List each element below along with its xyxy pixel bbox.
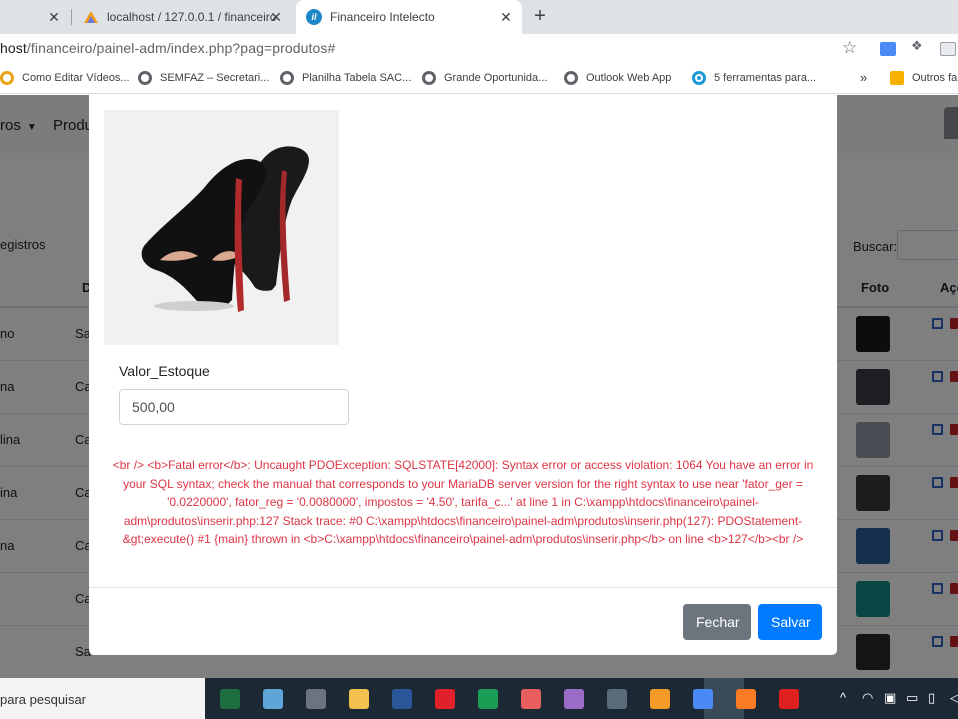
battery-icon[interactable]: ▭	[906, 690, 918, 706]
close-icon[interactable]: ✕	[498, 9, 514, 25]
app-circle-icon[interactable]	[521, 689, 541, 709]
tab-divider	[71, 9, 72, 25]
new-tab-icon[interactable]: +	[530, 6, 550, 26]
url-host: host	[0, 40, 27, 56]
dropbox-extension-icon[interactable]: ❖	[911, 38, 927, 53]
bookmark-label: 5 ferramentas para...	[714, 72, 817, 84]
tab-phpmyadmin-title: localhost / 127.0.0.1 / financeiro	[107, 10, 277, 24]
browser-tab-bar: ✕ localhost / 127.0.0.1 / financeiro ✕ i…	[0, 0, 958, 34]
save-button[interactable]: Salvar	[758, 604, 822, 640]
tab-phpmyadmin[interactable]: localhost / 127.0.0.1 / financeiro ✕	[78, 0, 292, 34]
bookmark-star-icon[interactable]: ☆	[842, 38, 857, 58]
word-icon[interactable]	[392, 689, 412, 709]
folder-icon	[890, 71, 904, 85]
network-icon[interactable]: ▯	[928, 690, 935, 706]
file-explorer-icon[interactable]	[349, 689, 369, 709]
tab-financeiro-title: Financeiro Intelecto	[330, 10, 435, 24]
bookmark-label: Planilha Tabela SAC...	[302, 72, 412, 84]
opera-icon[interactable]	[435, 689, 455, 709]
paint-icon[interactable]	[564, 689, 584, 709]
camera-icon[interactable]	[607, 689, 627, 709]
volume-icon[interactable]: ◁	[950, 690, 958, 706]
globe-icon	[422, 71, 436, 85]
xampp-icon[interactable]	[736, 689, 756, 709]
globe-icon	[138, 71, 152, 85]
sheets-icon[interactable]	[478, 689, 498, 709]
tab-previous[interactable]: ✕	[0, 0, 70, 34]
phpmyadmin-icon	[84, 11, 98, 23]
bookmark-item[interactable]: Planilha Tabela SAC...	[280, 71, 411, 85]
excel-icon[interactable]	[220, 689, 240, 709]
product-modal: Valor_Estoque <br /> <b>Fatal error</b>:…	[89, 95, 837, 655]
product-image	[104, 110, 339, 345]
bookmark-item[interactable]: 5 ferramentas para...	[692, 71, 816, 85]
tab-financeiro[interactable]: iI Financeiro Intelecto ✕	[296, 0, 522, 34]
close-button[interactable]: Fechar	[683, 604, 751, 640]
taskbar-search[interactable]: para pesquisar	[0, 678, 205, 719]
chevron-up-icon[interactable]: ^	[840, 690, 846, 705]
bookmark-favicon-icon	[0, 71, 14, 85]
error-message: <br /> <b>Fatal error</b>: Uncaught PDOE…	[112, 458, 814, 547]
bookmark-label: SEMFAZ – Secretari...	[160, 72, 270, 84]
valor-estoque-input[interactable]	[119, 389, 349, 425]
url-path: /financeiro/painel-adm/index.php?pag=pro…	[26, 40, 336, 56]
bookmark-label: Grande Oportunida...	[444, 72, 548, 84]
bookmark-item[interactable]: Outlook Web App	[564, 71, 671, 85]
close-icon[interactable]: ✕	[46, 9, 62, 25]
taskbar-search-placeholder: para pesquisar	[0, 692, 86, 707]
address-bar: host/financeiro/painel-adm/index.php?pag…	[0, 34, 958, 64]
bookmark-item[interactable]: SEMFAZ – Secretari...	[138, 71, 269, 85]
bookmarks-bar: Como Editar Vídeos... SEMFAZ – Secretari…	[0, 64, 958, 94]
sublime-icon[interactable]	[650, 689, 670, 709]
bookmark-item[interactable]: Como Editar Vídeos...	[0, 71, 130, 85]
acrobat-icon[interactable]	[779, 689, 799, 709]
bookmark-favicon-icon	[692, 71, 706, 85]
bookmark-label: Outlook Web App	[586, 72, 672, 84]
calculator-icon[interactable]	[306, 689, 326, 709]
financeiro-icon: iI	[306, 9, 322, 25]
bookmarks-overflow-icon[interactable]: »	[860, 70, 867, 85]
notepad-icon[interactable]	[263, 689, 283, 709]
modal-footer: Fechar Salvar	[89, 587, 837, 655]
wifi-icon[interactable]: ◠	[862, 690, 873, 706]
bookmark-label: Outros fa	[912, 72, 958, 84]
globe-icon	[280, 71, 294, 85]
translate-extension-icon[interactable]	[880, 42, 896, 56]
valor-estoque-label: Valor_Estoque	[119, 363, 210, 379]
url-field[interactable]: host/financeiro/painel-adm/index.php?pag…	[0, 40, 335, 56]
bookmark-label: Como Editar Vídeos...	[22, 72, 130, 84]
chrome-icon[interactable]	[693, 689, 713, 709]
shoe-photo	[141, 146, 309, 312]
globe-icon	[564, 71, 578, 85]
code-extension-icon[interactable]	[940, 42, 956, 56]
tray-app-icon[interactable]: ▣	[884, 690, 896, 706]
close-icon[interactable]: ✕	[268, 9, 284, 25]
bookmark-folder[interactable]: Outros fa	[890, 71, 957, 85]
bookmark-item[interactable]: Grande Oportunida...	[422, 71, 547, 85]
windows-taskbar: para pesquisar ^ ◠ ▣ ▭ ▯ ◁	[0, 678, 958, 719]
